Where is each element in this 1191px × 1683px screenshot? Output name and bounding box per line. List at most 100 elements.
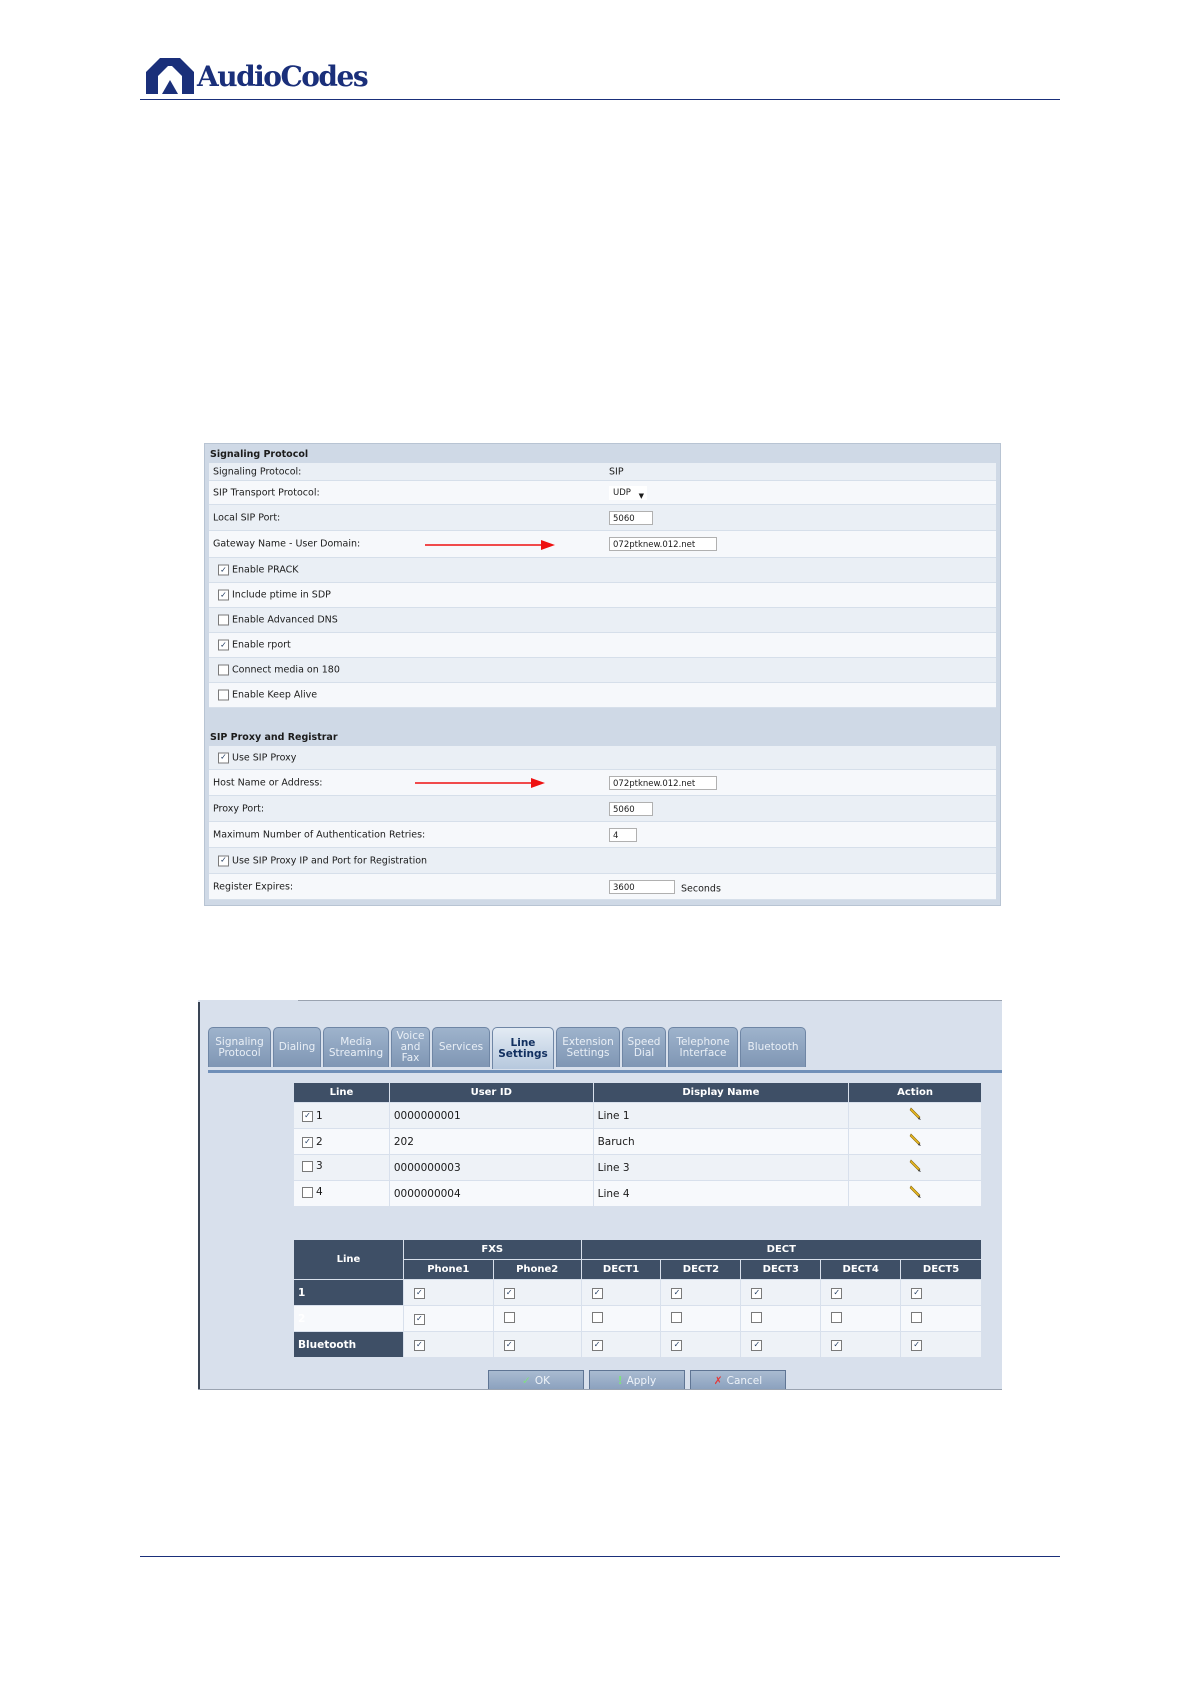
row-use-sip-proxy: ✓ Use SIP Proxy bbox=[209, 746, 996, 770]
proxy-port-label: Proxy Port: bbox=[213, 803, 265, 814]
gateway-name-input[interactable]: 072ptknew.012.net bbox=[609, 537, 717, 551]
matrix-col-header: DECT1 bbox=[580, 1259, 662, 1280]
matrix-col-header: DECT5 bbox=[900, 1259, 982, 1280]
use-sip-proxy-label: Use SIP Proxy bbox=[232, 752, 297, 763]
tab-line-settings[interactable]: Line Settings bbox=[492, 1027, 554, 1069]
connect-media-checkbox[interactable] bbox=[218, 664, 229, 676]
matrix-col-header: DECT4 bbox=[820, 1259, 902, 1280]
row-signaling-protocol: Signaling Protocol: SIP bbox=[209, 463, 996, 481]
row-enable-prack: ✓ Enable PRACK bbox=[209, 558, 996, 583]
line-enable-checkbox[interactable]: ✓ bbox=[302, 1110, 313, 1122]
matrix-checkbox[interactable] bbox=[911, 1311, 923, 1323]
tab-voice-and-fax[interactable]: Voice and Fax bbox=[391, 1027, 430, 1067]
display-name-cell: Baruch bbox=[592, 1128, 850, 1155]
register-expires-input[interactable]: 3600 bbox=[609, 879, 675, 894]
row-keep-alive: Enable Keep Alive bbox=[209, 683, 996, 708]
matrix-header-dect: DECT bbox=[580, 1239, 983, 1260]
matrix-header-fxs: FXS bbox=[402, 1239, 582, 1260]
local-sip-port-input[interactable]: 5060 bbox=[609, 510, 653, 525]
section-title-proxy: SIP Proxy and Registrar bbox=[210, 732, 338, 743]
header-rule bbox=[140, 99, 1060, 100]
line-enable-checkbox[interactable] bbox=[302, 1160, 313, 1172]
signaling-protocol-screenshot: Signaling Protocol Signaling Protocol: S… bbox=[204, 443, 1001, 906]
edit-action-cell[interactable] bbox=[848, 1128, 982, 1155]
matrix-checkbox[interactable]: ✓ bbox=[751, 1339, 763, 1351]
edit-action-cell[interactable] bbox=[848, 1154, 982, 1181]
line-enable-checkbox[interactable] bbox=[302, 1186, 313, 1198]
matrix-checkbox[interactable]: ✓ bbox=[671, 1339, 683, 1351]
ok-button[interactable]: ✓ OK bbox=[488, 1370, 584, 1391]
tab-telephone-interface[interactable]: Telephone Interface bbox=[668, 1027, 738, 1067]
user-id-cell: 0000000004 bbox=[388, 1180, 594, 1207]
tab-dialing[interactable]: Dialing bbox=[273, 1027, 321, 1067]
col-header-action: Action bbox=[848, 1082, 982, 1103]
matrix-row: 2 ✓ bbox=[293, 1305, 982, 1332]
col-header-line: Line bbox=[293, 1082, 390, 1103]
matrix-checkbox[interactable] bbox=[751, 1311, 763, 1323]
include-ptime-checkbox[interactable]: ✓ bbox=[218, 589, 229, 601]
host-name-input[interactable]: 072ptknew.012.net bbox=[609, 775, 717, 790]
matrix-checkbox[interactable]: ✓ bbox=[503, 1287, 515, 1299]
tab-media-streaming[interactable]: Media Streaming bbox=[323, 1027, 389, 1067]
table-row: ✓ 2 202 Baruch bbox=[293, 1128, 982, 1155]
tab-signaling-protocol[interactable]: Signaling Protocol bbox=[208, 1027, 271, 1067]
tab-extension-settings[interactable]: Extension Settings bbox=[556, 1027, 620, 1067]
register-expires-label: Register Expires: bbox=[213, 881, 294, 892]
matrix-checkbox[interactable]: ✓ bbox=[751, 1287, 763, 1299]
transport-protocol-select[interactable]: UDP ▼ bbox=[609, 485, 647, 500]
matrix-checkbox[interactable]: ✓ bbox=[911, 1339, 923, 1351]
matrix-checkbox[interactable]: ✓ bbox=[831, 1339, 843, 1351]
lines-table-header: Line User ID Display Name Action bbox=[293, 1082, 982, 1103]
user-id-cell: 0000000003 bbox=[388, 1154, 594, 1181]
table-row: ✓ 1 0000000001 Line 1 bbox=[293, 1102, 982, 1129]
tab-speed-dial[interactable]: Speed Dial bbox=[622, 1027, 666, 1067]
edit-pencil-icon bbox=[909, 1159, 922, 1172]
matrix-checkbox[interactable]: ✓ bbox=[671, 1287, 683, 1299]
matrix-checkbox[interactable]: ✓ bbox=[413, 1313, 425, 1325]
logo-text: AudioCodes bbox=[197, 59, 369, 93]
display-name-cell: Line 3 bbox=[592, 1154, 850, 1181]
cancel-button[interactable]: ✗ Cancel bbox=[690, 1370, 786, 1391]
proxy-port-input[interactable]: 5060 bbox=[609, 801, 653, 816]
bottom-border bbox=[198, 1389, 1002, 1392]
enable-rport-checkbox[interactable]: ✓ bbox=[218, 639, 229, 651]
matrix-checkbox[interactable]: ✓ bbox=[591, 1339, 603, 1351]
matrix-checkbox[interactable]: ✓ bbox=[503, 1339, 515, 1351]
use-proxy-registration-label: Use SIP Proxy IP and Port for Registrati… bbox=[232, 855, 428, 866]
line-enable-checkbox[interactable]: ✓ bbox=[302, 1136, 313, 1148]
matrix-checkbox[interactable]: ✓ bbox=[831, 1287, 843, 1299]
tab-services[interactable]: Services bbox=[432, 1027, 490, 1067]
matrix-checkbox[interactable] bbox=[503, 1311, 515, 1323]
matrix-checkbox[interactable]: ✓ bbox=[413, 1287, 425, 1299]
matrix-checkbox[interactable] bbox=[831, 1311, 843, 1323]
use-sip-proxy-checkbox[interactable]: ✓ bbox=[218, 752, 229, 763]
use-proxy-registration-checkbox[interactable]: ✓ bbox=[218, 855, 229, 866]
line-number: 2 bbox=[316, 1136, 323, 1148]
max-auth-input[interactable]: 4 bbox=[609, 827, 637, 842]
apply-icon: ! bbox=[617, 1374, 623, 1387]
matrix-checkbox[interactable] bbox=[591, 1311, 603, 1323]
tab-bluetooth[interactable]: Bluetooth bbox=[740, 1027, 806, 1067]
enable-prack-checkbox[interactable]: ✓ bbox=[218, 564, 229, 576]
gateway-name-label: Gateway Name - User Domain: bbox=[213, 538, 361, 550]
audiocodes-logo-icon bbox=[146, 58, 194, 94]
section-title-signaling: Signaling Protocol bbox=[210, 449, 309, 460]
matrix-checkbox[interactable]: ✓ bbox=[413, 1339, 425, 1351]
transport-protocol-label: SIP Transport Protocol: bbox=[213, 487, 320, 498]
keep-alive-checkbox[interactable] bbox=[218, 689, 229, 701]
connect-media-label: Connect media on 180 bbox=[232, 664, 340, 676]
matrix-col-header: DECT3 bbox=[740, 1259, 822, 1280]
apply-button[interactable]: ! Apply bbox=[589, 1370, 685, 1391]
advanced-dns-checkbox[interactable] bbox=[218, 614, 229, 626]
red-arrow-icon bbox=[425, 540, 555, 550]
matrix-checkbox[interactable]: ✓ bbox=[591, 1287, 603, 1299]
transport-protocol-value: UDP bbox=[613, 487, 631, 498]
matrix-checkbox[interactable] bbox=[671, 1311, 683, 1323]
row-enable-rport: ✓ Enable rport bbox=[209, 633, 996, 658]
edit-action-cell[interactable] bbox=[848, 1180, 982, 1207]
matrix-checkbox[interactable]: ✓ bbox=[911, 1287, 923, 1299]
footer-rule bbox=[140, 1556, 1060, 1557]
row-include-ptime: ✓ Include ptime in SDP bbox=[209, 583, 996, 608]
row-gateway-name: Gateway Name - User Domain: 072ptknew.01… bbox=[209, 531, 996, 558]
edit-action-cell[interactable] bbox=[848, 1102, 982, 1129]
